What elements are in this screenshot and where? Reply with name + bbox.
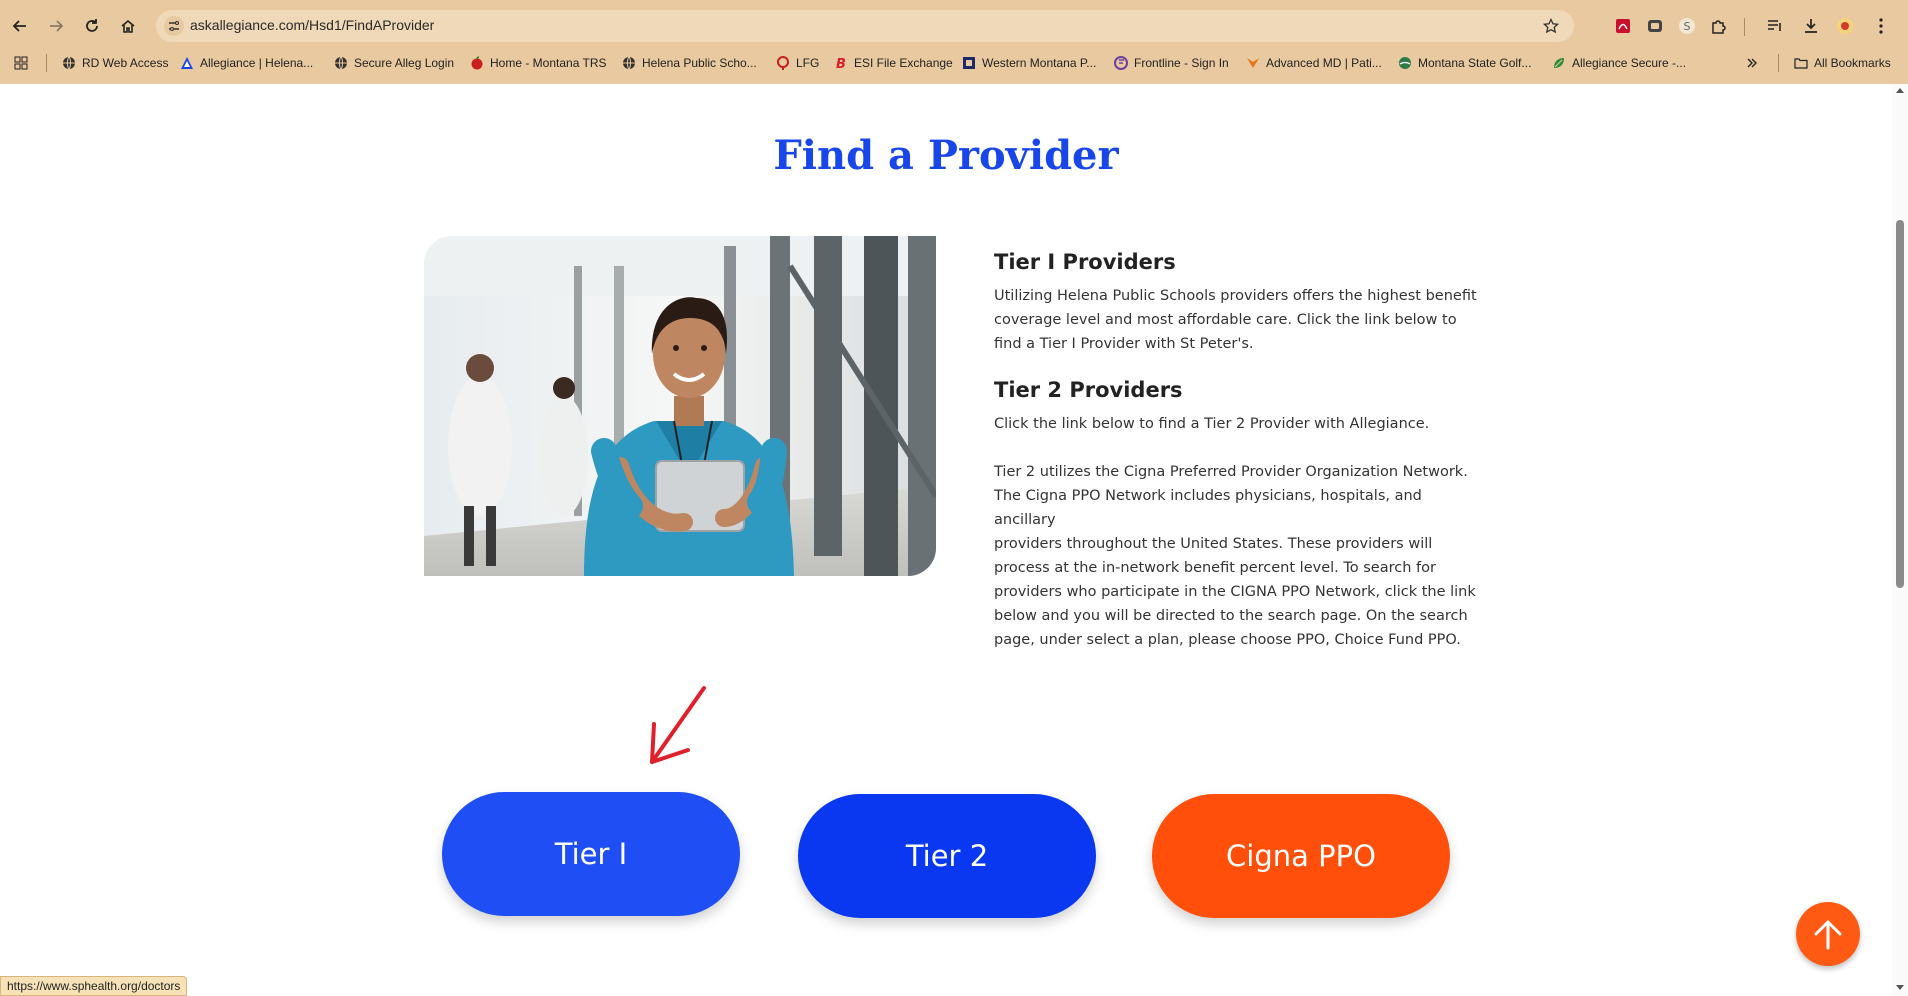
esi-icon: B [836, 57, 846, 70]
tier1-button[interactable]: Tier I [442, 792, 740, 916]
page-title: Find a Provider [773, 132, 1119, 179]
bookmark-label: LFG [796, 56, 820, 70]
bookmark-item[interactable]: Western Montana P... [962, 53, 1096, 73]
bookmark-item[interactable]: RD Web Access [62, 53, 168, 73]
scroll-down-arrow-icon[interactable] [1895, 984, 1905, 992]
golf-icon [1399, 57, 1411, 69]
bookmark-label: Frontline - Sign In [1134, 56, 1229, 70]
apple-icon [471, 56, 483, 70]
home-icon[interactable] [114, 12, 142, 40]
bookmark-label: Allegiance Secure -... [1572, 56, 1687, 70]
tier1-description-line: find a Tier I Provider with St Peter's. [994, 336, 1254, 352]
bookmark-label: Advanced MD | Pati... [1266, 56, 1382, 70]
apps-grid-icon[interactable] [14, 53, 28, 73]
svg-text:S: S [1684, 20, 1691, 33]
lfg-icon [777, 56, 789, 70]
tier2-button[interactable]: Tier 2 [798, 794, 1096, 918]
bookmark-separator [1778, 54, 1779, 72]
toolbar-separator [1744, 18, 1745, 36]
s-extension-icon[interactable]: S [1676, 15, 1698, 37]
red-annotation-arrow-icon [650, 686, 706, 764]
tier2-description-line: providers who participate in the CIGNA P… [994, 584, 1476, 600]
globe-icon [623, 56, 635, 70]
browser-chrome: askallegiance.com/Hsd1/FindAProvider S R… [0, 0, 1908, 84]
url-text[interactable]: askallegiance.com/Hsd1/FindAProvider [190, 17, 434, 33]
cigna-ppo-button[interactable]: Cigna PPO [1152, 794, 1450, 918]
all-bookmarks-label: All Bookmarks [1814, 56, 1891, 70]
globe-icon [335, 56, 347, 70]
tier2-intro: Click the link below to find a Tier 2 Pr… [994, 416, 1430, 432]
bookmark-star-icon[interactable] [1540, 15, 1562, 37]
amd-icon [1247, 58, 1259, 68]
address-bar[interactable]: askallegiance.com/Hsd1/FindAProvider [156, 10, 1574, 42]
bookmark-item[interactable]: LFG [776, 53, 819, 73]
bookmark-label: RD Web Access [82, 56, 169, 70]
tier1-description-line: Utilizing Helena Public Schools provider… [994, 288, 1477, 304]
site-info-icon[interactable] [164, 16, 184, 36]
reload-icon[interactable] [78, 12, 106, 40]
folder-icon [1794, 58, 1808, 69]
svg-text:B: B [836, 57, 846, 70]
link-status-bubble: https://www.sphealth.org/doctors [0, 976, 188, 996]
globe-icon [63, 56, 75, 70]
bookmark-separator [46, 54, 47, 72]
tier2-description-line: process at the in-network benefit percen… [994, 560, 1436, 576]
bookmark-label: Western Montana P... [982, 56, 1097, 70]
bookmark-label: Montana State Golf... [1418, 56, 1532, 70]
tier2-heading: Tier 2 Providers [994, 378, 1183, 402]
scroll-up-arrow-icon[interactable] [1895, 86, 1905, 94]
tier2-description-line: Tier 2 utilizes the Cigna Preferred Prov… [994, 464, 1468, 480]
tier2-description-line: providers throughout the United States. … [994, 536, 1433, 552]
tier1-heading: Tier I Providers [994, 250, 1176, 274]
browser-toolbar: askallegiance.com/Hsd1/FindAProvider S [0, 6, 1908, 46]
square-icon [963, 57, 975, 69]
bookmark-label: ESI File Exchange [854, 56, 953, 70]
frontline-icon [1114, 56, 1128, 70]
coupon-extension-icon[interactable] [1644, 15, 1666, 37]
bookmark-label: Allegiance | Helena... [200, 56, 314, 70]
bookmark-item[interactable]: Allegiance Secure -... [1552, 53, 1686, 73]
back-arrow-icon[interactable] [6, 12, 34, 40]
tier1-description-line: coverage level and most affordable care.… [994, 312, 1457, 328]
tier2-description-line: page, under select a plan, please choose… [994, 632, 1461, 648]
arrow-up-icon [1814, 920, 1842, 950]
extensions-puzzle-icon[interactable] [1708, 15, 1730, 37]
bookmark-item[interactable]: B ESI File Exchange [834, 53, 953, 73]
tier2-description-line: below and you will be directed to the se… [994, 608, 1468, 624]
bookmark-item[interactable]: Montana State Golf... [1398, 53, 1531, 73]
back-to-top-button[interactable] [1796, 902, 1860, 966]
page-scrollbar[interactable] [1892, 84, 1908, 996]
bookmark-item[interactable]: Allegiance | Helena... [180, 53, 313, 73]
bookmark-label: Helena Public Scho... [642, 56, 757, 70]
tier2-description-line: The Cigna PPO Network includes physician… [994, 488, 1422, 528]
profile-avatar-icon[interactable] [1834, 15, 1856, 37]
pdf-extension-icon[interactable] [1612, 15, 1634, 37]
bookmark-item[interactable]: Helena Public Scho... [622, 53, 757, 73]
scrollbar-thumb[interactable] [1896, 220, 1904, 588]
bookmark-item[interactable]: Home - Montana TRS [470, 53, 607, 73]
reading-list-icon[interactable] [1764, 15, 1786, 37]
download-icon[interactable] [1800, 15, 1822, 37]
bookmark-item[interactable]: Frontline - Sign In [1114, 53, 1229, 73]
all-bookmarks-button[interactable]: All Bookmarks [1794, 53, 1891, 73]
bookmark-label: Home - Montana TRS [490, 56, 607, 70]
allegiance-icon [181, 57, 193, 69]
menu-kebab-icon[interactable] [1870, 15, 1892, 37]
provider-info-column: Tier I Providers Utilizing Helena Public… [994, 250, 1484, 652]
nurse-hero-image [424, 236, 936, 576]
more-bookmarks-chevron-icon[interactable] [1746, 53, 1758, 73]
bookmarks-bar: RD Web Access Allegiance | Helena... Sec… [0, 50, 1908, 76]
leaf-icon [1554, 58, 1564, 68]
bookmark-item[interactable]: Advanced MD | Pati... [1246, 53, 1382, 73]
forward-arrow-icon[interactable] [42, 12, 70, 40]
bookmark-label: Secure Alleg Login [354, 56, 455, 70]
bookmark-item[interactable]: Secure Alleg Login [334, 53, 454, 73]
